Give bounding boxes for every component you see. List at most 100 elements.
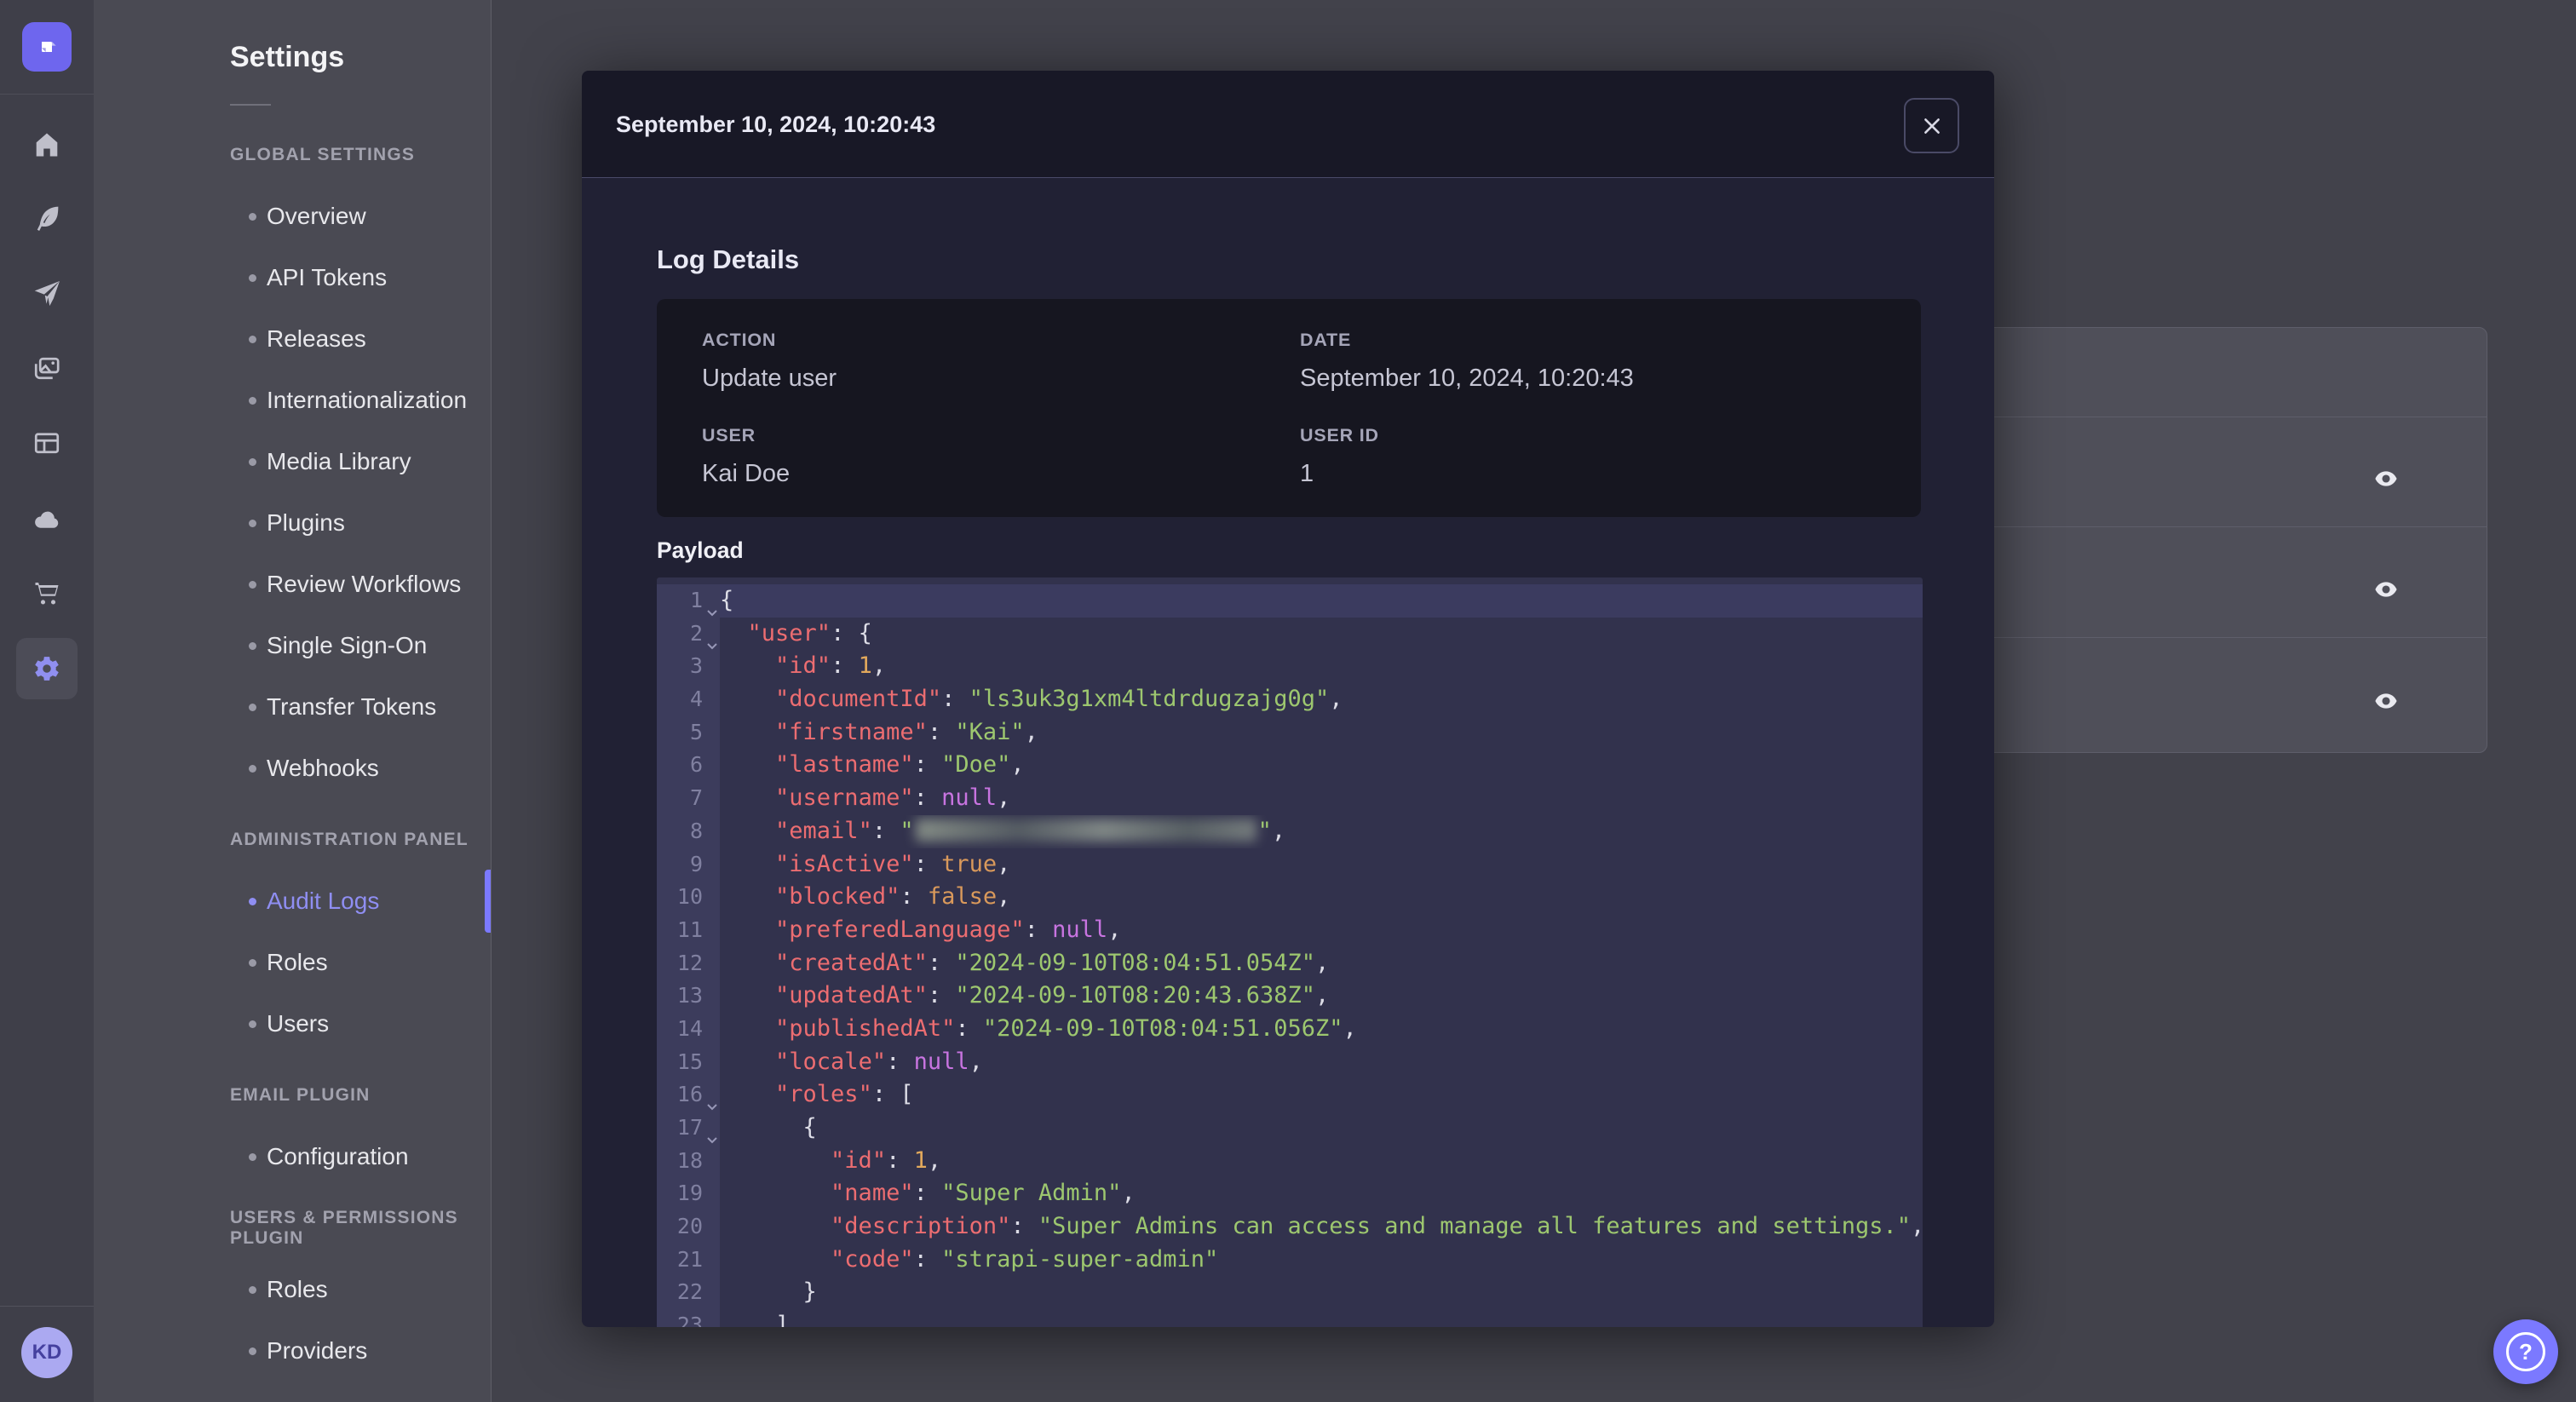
strapi-logo[interactable] (22, 22, 72, 72)
settings-nav-tile[interactable] (16, 638, 78, 699)
line-number: 13 (657, 980, 720, 1013)
detail-value: September 10, 2024, 10:20:43 (1300, 365, 1634, 392)
line-number: 16 (657, 1078, 720, 1112)
detail-value: Update user (702, 365, 837, 392)
subnav-item-label: Transfer Tokens (267, 693, 437, 720)
line-number: 12 (657, 946, 720, 980)
code-text: "code": "strapi-super-admin" (831, 1245, 1219, 1273)
subnav-item-audit-logs[interactable]: Audit Logs (94, 870, 491, 933)
help-button[interactable]: ? (2493, 1319, 2558, 1384)
modal-body: Log Details ACTION Update user DATE Sept… (582, 178, 1994, 1327)
line-number: 20 (657, 1210, 720, 1244)
code-text: ] (720, 1312, 790, 1327)
code-line: 5 "firstname": "Kai", (657, 715, 1923, 750)
media-library-icon[interactable] (0, 339, 94, 400)
subnav-item-label: Roles (267, 1276, 328, 1302)
subnav-item-providers[interactable]: Providers (94, 1320, 491, 1382)
code-line: 23 ] (657, 1309, 1923, 1327)
subnav-item-transfer-tokens[interactable]: Transfer Tokens (94, 676, 491, 738)
line-number: 15 (657, 1045, 720, 1079)
line-number: 9 (657, 848, 720, 882)
eye-icon[interactable] (2364, 457, 2408, 501)
code-text: "description": "Super Admins can access … (831, 1213, 1923, 1240)
eye-icon[interactable] (2364, 567, 2408, 612)
paper-plane-icon[interactable] (0, 263, 94, 325)
subnav-item-releases[interactable]: Releases (94, 308, 491, 370)
code-line: 10 "blocked": false, (657, 881, 1923, 914)
redacted-email-blur (915, 818, 1256, 842)
close-icon (1923, 118, 1940, 134)
bullet-icon (249, 1020, 256, 1028)
code-line: 17 { (657, 1112, 1923, 1145)
bullet-icon (249, 273, 256, 282)
subnav-item-label: Overview (267, 203, 366, 229)
line-number: 3 (657, 650, 720, 684)
subnav-item-label: Releases (267, 325, 366, 352)
subnav-item-webhooks[interactable]: Webhooks (94, 738, 491, 799)
subnav-title-divider (230, 104, 271, 106)
code-line: 13 "updatedAt": "2024-09-10T08:20:43.638… (657, 980, 1923, 1013)
cart-icon[interactable] (0, 562, 94, 623)
payload-json-editor[interactable]: 1{2 "user": {3 "id": 1, 4 "documentId": "… (657, 577, 1923, 1327)
home-icon[interactable] (0, 114, 94, 175)
page-title: Settings (230, 41, 345, 73)
subnav-item-review-workflows[interactable]: Review Workflows (94, 554, 491, 615)
bullet-icon (249, 396, 256, 405)
subnav-item-media-library[interactable]: Media Library (94, 431, 491, 492)
code-line: 7 "username": null, (657, 782, 1923, 815)
question-mark-glyph: ? (2519, 1338, 2533, 1365)
question-mark-icon: ? (2506, 1332, 2545, 1371)
feather-icon[interactable] (0, 187, 94, 249)
subnav-item-label: Single Sign-On (267, 632, 428, 658)
code-line: 20 "description": "Super Admins can acce… (657, 1210, 1923, 1244)
line-number: 5 (657, 715, 720, 750)
code-text: { (720, 1114, 817, 1141)
content-manager-icon[interactable] (0, 413, 94, 474)
subnav-item-label: Review Workflows (267, 571, 462, 597)
subnav-item-label: Roles (267, 949, 328, 975)
line-number: 21 (657, 1243, 720, 1277)
line-number: 7 (657, 782, 720, 815)
subnav-item-roles[interactable]: Roles (94, 932, 491, 993)
subnav-item-label: Plugins (267, 509, 345, 536)
eye-icon[interactable] (2364, 679, 2408, 723)
code-line: 11 "preferedLanguage": null, (657, 913, 1923, 947)
code-text: "documentId": "ls3uk3g1xm4ltdrdugzajg0g"… (775, 686, 1343, 713)
subnav-item-single-sign-on[interactable]: Single Sign-On (94, 615, 491, 676)
bullet-icon (249, 764, 256, 773)
code-line: 2 "user": { (657, 617, 1923, 651)
subnav-item-label: API Tokens (267, 264, 388, 290)
cloud-icon[interactable] (0, 489, 94, 550)
detail-user: USER Kai Doe (702, 425, 790, 488)
code-text: "publishedAt": "2024-09-10T08:04:51.056Z… (775, 1014, 1357, 1042)
subnav-item-roles[interactable]: Roles (94, 1259, 491, 1320)
subnav-item-internationalization[interactable]: Internationalization (94, 370, 491, 431)
code-line: 18 "id": 1, (657, 1144, 1923, 1178)
code-line: 12 "createdAt": "2024-09-10T08:04:51.054… (657, 946, 1923, 980)
code-text: "lastname": "Doe", (775, 751, 1025, 779)
code-text: { (720, 584, 1923, 618)
log-details-modal: September 10, 2024, 10:20:43 Log Details… (582, 71, 1994, 1327)
subnav-item-overview[interactable]: Overview (94, 186, 491, 247)
bullet-icon (249, 641, 256, 650)
line-number: 17 (657, 1112, 720, 1145)
detail-action: ACTION Update user (702, 330, 837, 393)
line-number: 8 (657, 814, 720, 848)
bullet-icon (249, 703, 256, 711)
close-button[interactable] (1904, 98, 1959, 153)
line-number: 4 (657, 683, 720, 716)
gear-icon (35, 657, 59, 681)
avatar[interactable]: KD (21, 1327, 72, 1378)
code-line: 9 "isActive": true, (657, 848, 1923, 882)
subnav-item-plugins[interactable]: Plugins (94, 492, 491, 554)
subnav-item-users[interactable]: Users (94, 993, 491, 1054)
log-details-card: ACTION Update user DATE September 10, 20… (657, 299, 1921, 517)
code-line: 3 "id": 1, (657, 650, 1923, 684)
subnav-item-api-tokens[interactable]: API Tokens (94, 247, 491, 308)
code-line: 6 "lastname": "Doe", (657, 749, 1923, 783)
detail-value: 1 (1300, 460, 1314, 487)
line-number: 14 (657, 1012, 720, 1046)
modal-title: September 10, 2024, 10:20:43 (616, 111, 936, 137)
subnav-item-configuration[interactable]: Configuration (94, 1126, 491, 1187)
bullet-icon (249, 580, 256, 589)
